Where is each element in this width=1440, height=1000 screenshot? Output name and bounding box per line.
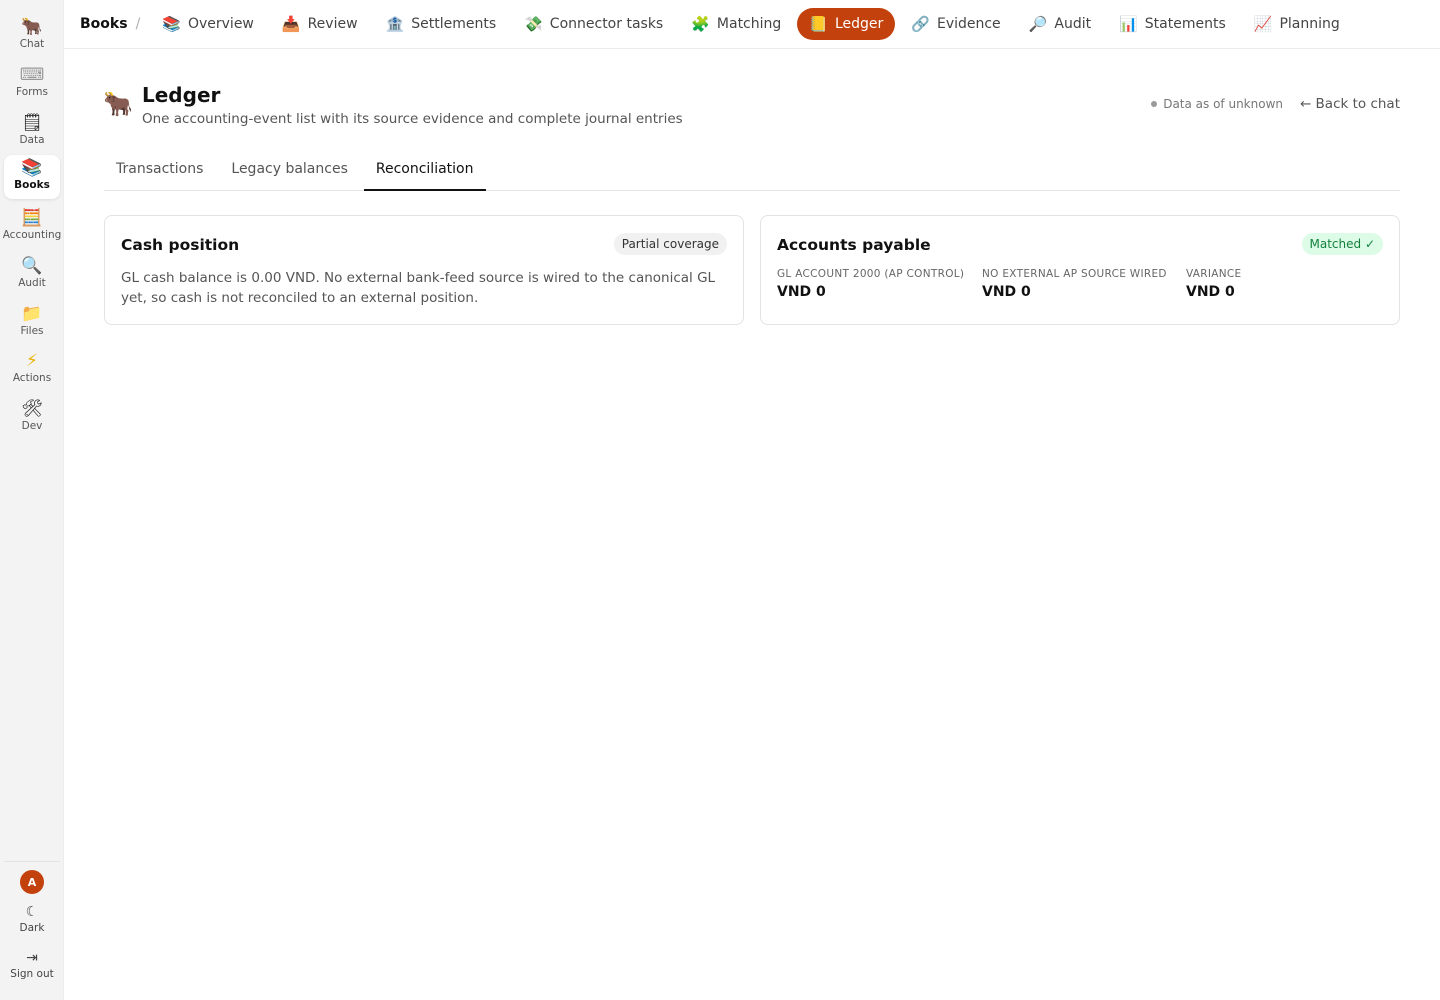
bull-icon: 🐂 [103,90,133,118]
sign-out-icon: ⇥ [26,950,38,966]
rail-label: Chat [19,38,45,50]
tab-label: Settlements [411,16,497,32]
keyboard-icon: ⌨ [19,65,45,85]
tab-label: Statements [1144,16,1226,32]
tab-statements[interactable]: 📊 Statements [1107,8,1238,40]
tab-label: Matching [716,16,782,32]
metric-external-source: NO EXTERNAL AP SOURCE WIRED VND 0 [982,268,1167,300]
subtab-transactions[interactable]: Transactions [104,152,215,190]
status-dot-icon [1151,101,1158,107]
tab-label: Connector tasks [549,16,664,32]
trend-chart-icon: 📈 [1253,15,1273,33]
breadcrumb-separator: / [135,16,141,32]
card-title: Accounts payable [777,236,931,254]
data-freshness: Data as of unknown [1151,97,1283,111]
dark-mode-label: Dark [19,922,45,934]
rail-item-data[interactable]: 🗒 Data [4,110,60,154]
sign-out-label: Sign out [10,968,54,980]
tab-label: Evidence [936,16,1001,32]
card-title: Cash position [121,236,240,254]
rail-divider [4,861,60,862]
magnifier-icon: 🔍 [21,256,43,276]
rail-item-chat[interactable]: 🐂 Chat [4,14,60,58]
metric-value: VND 0 [982,284,1031,300]
money-wings-icon: 💸 [524,15,543,33]
tab-connector-tasks[interactable]: 💸 Connector tasks [512,8,675,40]
rail-label: Forms [16,86,48,98]
tab-planning[interactable]: 📈 Planning [1242,8,1352,40]
metric-label: GL ACCOUNT 2000 (AP CONTROL) [777,268,965,280]
subtab-legacy-balances[interactable]: Legacy balances [219,152,359,190]
moon-icon: ☾ [25,904,39,920]
rail-label: Actions [12,372,52,384]
card-description: GL cash balance is 0.00 VND. No external… [121,270,716,306]
notepad-icon: 🗒 [21,113,43,133]
link-icon: 🔗 [911,15,930,33]
tab-matching[interactable]: 🧩 Matching [679,8,793,40]
rail-item-actions[interactable]: ⚡ Actions [4,348,60,392]
rail-item-files[interactable]: 📁 Files [4,301,60,345]
accounts-payable-card: Accounts payable Matched ✓ GL ACCOUNT 20… [760,215,1400,325]
rail-item-forms[interactable]: ⌨ Forms [4,62,60,106]
status-badge: Matched ✓ [1301,233,1383,255]
back-to-chat-link[interactable]: ← Back to chat [1300,96,1400,112]
rail-label: Audit [18,277,46,289]
rail-item-accounting[interactable]: 🧮 Accounting [2,205,62,249]
inbox-tray-icon: 📥 [281,15,301,33]
rail-item-audit[interactable]: 🔍 Audit [4,253,60,297]
bull-icon: 🐂 [21,17,43,37]
tab-label: Planning [1279,16,1340,32]
rail-item-books[interactable]: 📚 Books [4,155,60,199]
left-rail: 🐂 Chat ⌨ Forms 🗒 Data 📚 Books 🧮 Accounti… [0,0,64,1000]
metric-value: VND 0 [1186,284,1235,300]
metric-variance: VARIANCE VND 0 [1186,268,1242,300]
abacus-icon: 🧮 [21,208,43,228]
folder-icon: 📁 [21,304,43,324]
books-icon: 📚 [21,158,43,178]
rail-label: Data [19,134,45,146]
page-title: Ledger [142,83,221,107]
tab-settlements[interactable]: 🏦 Settlements [374,8,509,40]
rail-item-dev[interactable]: 🛠 Dev [4,396,60,440]
breadcrumb[interactable]: Books [80,16,128,32]
metric-label: VARIANCE [1186,268,1242,280]
tab-label: Review [307,16,358,32]
data-freshness-label: Data as of unknown [1163,97,1283,111]
books-icon: 📚 [162,15,181,33]
page-subtitle: One accounting-event list with its sourc… [142,111,683,127]
tab-ledger[interactable]: 📒 Ledger [797,8,896,40]
avatar[interactable]: A [20,870,44,894]
top-nav: Books / 📚 Overview 📥 Review 🏦 Settlements 💸… [64,0,1440,49]
rail-label: Books [14,179,50,191]
metric-value: VND 0 [777,284,826,300]
metric-gl-account: GL ACCOUNT 2000 (AP CONTROL) VND 0 [777,268,964,300]
bar-chart-icon: 📊 [1119,15,1138,33]
sign-out-button[interactable]: ⇥ Sign out [4,950,60,980]
ledger-subtabs: Transactions Legacy balances Reconciliat… [104,152,1400,191]
tab-overview[interactable]: 📚 Overview [150,8,266,40]
metric-label: NO EXTERNAL AP SOURCE WIRED [982,268,1167,280]
rail-label: Dev [21,420,43,432]
puzzle-icon: 🧩 [691,15,710,33]
status-badge: Partial coverage [613,233,727,255]
magnifier-icon: 🔎 [1028,15,1048,33]
cash-position-card: Cash position Partial coverage GL cash b… [104,215,744,325]
rail-label: Accounting [2,229,62,241]
tab-review[interactable]: 📥 Review [270,8,370,40]
tab-evidence[interactable]: 🔗 Evidence [899,8,1012,40]
ledger-icon: 📒 [809,15,828,33]
bank-icon: 🏦 [385,15,405,33]
lightning-icon: ⚡ [26,351,38,371]
tab-label: Ledger [834,16,884,32]
tab-label: Overview [187,16,254,32]
subtab-reconciliation[interactable]: Reconciliation [363,152,486,191]
tab-audit[interactable]: 🔎 Audit [1017,8,1103,40]
rail-label: Files [20,325,44,337]
tab-label: Audit [1054,16,1092,32]
tools-icon: 🛠 [21,399,43,419]
dark-mode-toggle[interactable]: ☾ Dark [4,904,60,934]
